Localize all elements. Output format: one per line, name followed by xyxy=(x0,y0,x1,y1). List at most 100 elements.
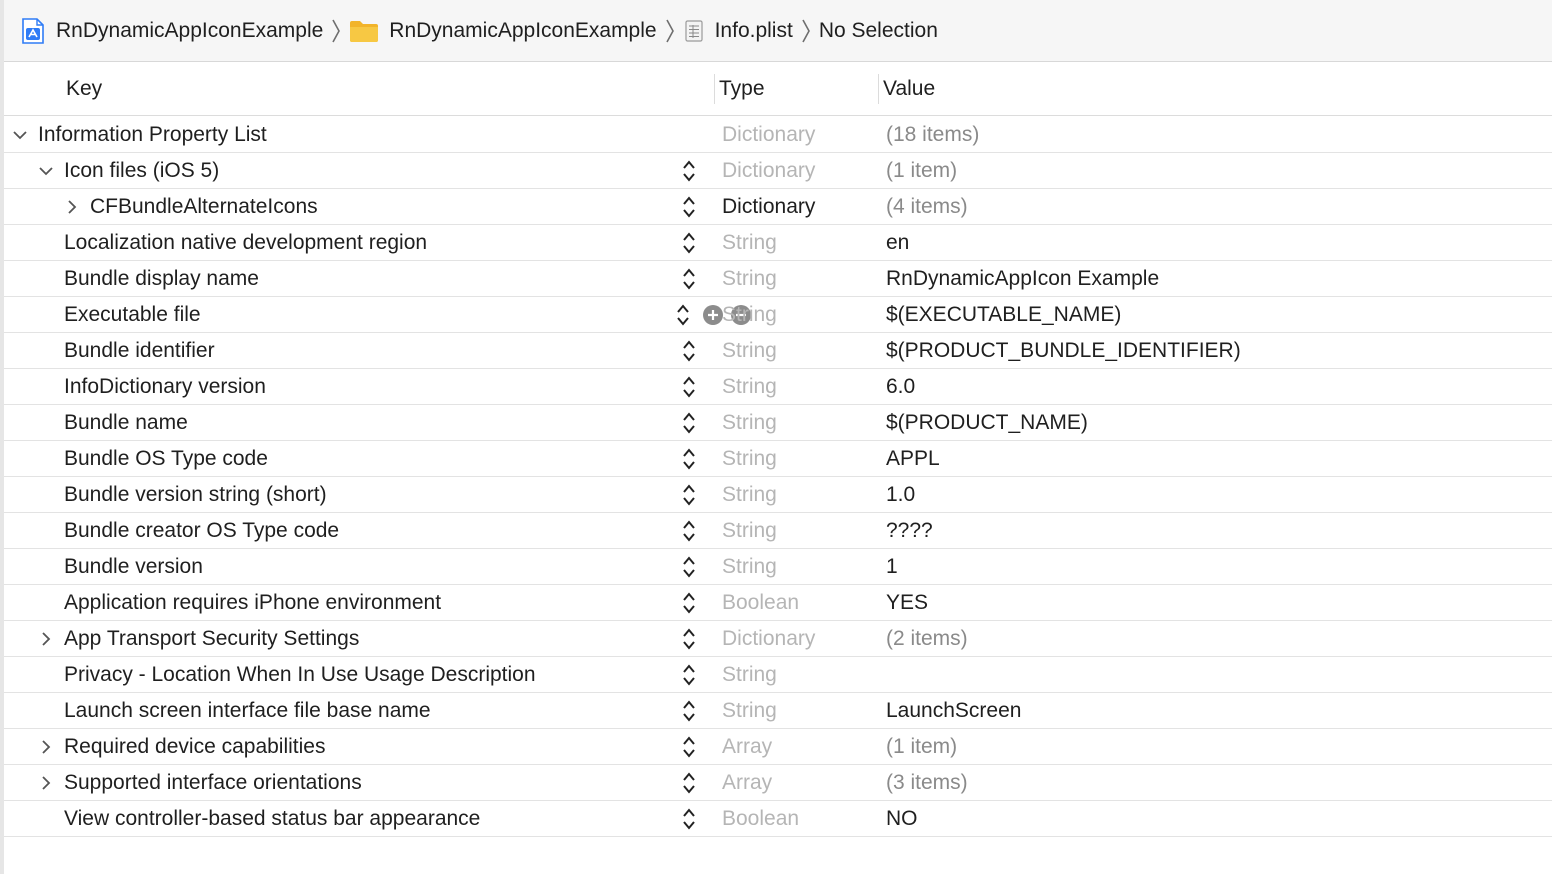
key-stepper-icon[interactable] xyxy=(682,375,696,399)
row-type[interactable]: Dictionary xyxy=(722,189,815,224)
row-type[interactable]: String xyxy=(722,657,777,692)
row-key[interactable]: Bundle version xyxy=(64,549,203,584)
key-stepper-icon[interactable] xyxy=(682,339,696,363)
breadcrumb-file[interactable]: Info.plist xyxy=(683,19,793,43)
row-key[interactable]: App Transport Security Settings xyxy=(64,621,359,656)
row-key[interactable]: Bundle OS Type code xyxy=(64,441,268,476)
row-key[interactable]: Information Property List xyxy=(38,117,267,152)
key-stepper-icon[interactable] xyxy=(682,231,696,255)
row-key[interactable]: Bundle creator OS Type code xyxy=(64,513,339,548)
row-value[interactable]: (2 items) xyxy=(886,621,968,656)
row-value[interactable]: ???? xyxy=(886,513,933,548)
row-type[interactable]: String xyxy=(722,441,777,476)
chevron-right-icon[interactable] xyxy=(36,621,56,656)
plist-row[interactable]: Required device capabilities Array (1 item… xyxy=(4,729,1552,765)
chevron-right-icon[interactable] xyxy=(36,765,56,800)
plist-row[interactable]: View controller-based status bar appeara… xyxy=(4,801,1552,837)
chevron-down-icon[interactable] xyxy=(36,153,56,188)
row-key[interactable]: Privacy - Location When In Use Usage Des… xyxy=(64,657,536,692)
row-type[interactable]: Boolean xyxy=(722,585,799,620)
row-type[interactable]: String xyxy=(722,477,777,512)
key-stepper-icon[interactable] xyxy=(682,771,696,795)
row-type[interactable]: String xyxy=(722,513,777,548)
key-stepper-icon[interactable] xyxy=(676,303,690,327)
row-value[interactable]: en xyxy=(886,225,909,260)
plist-row[interactable]: Bundle identifier String $(PRODUCT_BUNDLE_… xyxy=(4,333,1552,369)
plist-row[interactable]: Localization native development region St… xyxy=(4,225,1552,261)
plist-row[interactable]: Executable file String $(EXECUTABLE_NAME) xyxy=(4,297,1552,333)
plist-row[interactable]: Bundle version string (short) String 1.0 xyxy=(4,477,1552,513)
column-header-key[interactable]: Key xyxy=(66,62,102,116)
row-key[interactable]: Supported interface orientations xyxy=(64,765,362,800)
plist-row[interactable]: InfoDictionary version String 6.0 xyxy=(4,369,1552,405)
breadcrumb-folder[interactable]: RnDynamicAppIconExample xyxy=(349,19,657,43)
plist-row[interactable]: Bundle name String $(PRODUCT_NAME) xyxy=(4,405,1552,441)
row-key[interactable]: Bundle version string (short) xyxy=(64,477,327,512)
row-key[interactable]: InfoDictionary version xyxy=(64,369,266,404)
row-type[interactable]: String xyxy=(722,549,777,584)
row-value[interactable]: (1 item) xyxy=(886,153,957,188)
row-value[interactable]: $(EXECUTABLE_NAME) xyxy=(886,297,1121,332)
row-key[interactable]: CFBundleAlternateIcons xyxy=(90,189,318,224)
row-value[interactable]: NO xyxy=(886,801,918,836)
row-type[interactable]: String xyxy=(722,405,777,440)
row-type[interactable]: String xyxy=(722,369,777,404)
key-stepper-icon[interactable] xyxy=(682,195,696,219)
key-stepper-icon[interactable] xyxy=(682,699,696,723)
row-key[interactable]: Icon files (iOS 5) xyxy=(64,153,219,188)
key-stepper-icon[interactable] xyxy=(682,555,696,579)
plist-row[interactable]: App Transport Security Settings Dictionar… xyxy=(4,621,1552,657)
row-value[interactable]: RnDynamicAppIcon Example xyxy=(886,261,1159,296)
row-value[interactable]: (4 items) xyxy=(886,189,968,224)
plist-row[interactable]: CFBundleAlternateIcons Dictionary (4 items… xyxy=(4,189,1552,225)
row-value[interactable]: $(PRODUCT_BUNDLE_IDENTIFIER) xyxy=(886,333,1241,368)
plist-row[interactable]: Supported interface orientations Array (3 … xyxy=(4,765,1552,801)
row-key[interactable]: Launch screen interface file base name xyxy=(64,693,431,728)
row-type[interactable]: Dictionary xyxy=(722,621,815,656)
key-stepper-icon[interactable] xyxy=(682,519,696,543)
row-value[interactable]: YES xyxy=(886,585,928,620)
row-key[interactable]: Bundle display name xyxy=(64,261,259,296)
row-value[interactable]: $(PRODUCT_NAME) xyxy=(886,405,1088,440)
row-value[interactable]: (3 items) xyxy=(886,765,968,800)
row-value[interactable]: APPL xyxy=(886,441,940,476)
add-row-button[interactable] xyxy=(702,304,724,326)
row-type[interactable]: String xyxy=(722,297,777,332)
key-stepper-icon[interactable] xyxy=(682,267,696,291)
row-type[interactable]: String xyxy=(722,261,777,296)
row-value[interactable]: 1 xyxy=(886,549,898,584)
plist-row[interactable]: Privacy - Location When In Use Usage Des… xyxy=(4,657,1552,693)
row-value[interactable]: (18 items) xyxy=(886,117,979,152)
row-key[interactable]: Required device capabilities xyxy=(64,729,326,764)
key-stepper-icon[interactable] xyxy=(682,735,696,759)
plist-row[interactable]: Bundle OS Type code String APPL xyxy=(4,441,1552,477)
row-key[interactable]: Executable file xyxy=(64,297,201,332)
key-stepper-icon[interactable] xyxy=(682,627,696,651)
key-stepper-icon[interactable] xyxy=(682,483,696,507)
plist-row[interactable]: Launch screen interface file base name St… xyxy=(4,693,1552,729)
key-stepper-icon[interactable] xyxy=(682,411,696,435)
row-value[interactable]: LaunchScreen xyxy=(886,693,1021,728)
plist-row[interactable]: Icon files (iOS 5) Dictionary (1 item) xyxy=(4,153,1552,189)
row-type[interactable]: Boolean xyxy=(722,801,799,836)
row-type[interactable]: String xyxy=(722,333,777,368)
plist-row[interactable]: Bundle creator OS Type code String???? xyxy=(4,513,1552,549)
row-type[interactable]: Dictionary xyxy=(722,153,815,188)
chevron-down-icon[interactable] xyxy=(10,117,30,152)
plist-row[interactable]: Information Property List Dictionary (18 i… xyxy=(4,117,1552,153)
column-header-type[interactable]: Type xyxy=(714,74,765,104)
row-type[interactable]: Dictionary xyxy=(722,117,815,152)
key-stepper-icon[interactable] xyxy=(682,663,696,687)
row-key[interactable]: View controller-based status bar appeara… xyxy=(64,801,480,836)
key-stepper-icon[interactable] xyxy=(682,159,696,183)
plist-row[interactable]: Application requires iPhone environment B… xyxy=(4,585,1552,621)
row-type[interactable]: Array xyxy=(722,765,772,800)
row-key[interactable]: Application requires iPhone environment xyxy=(64,585,441,620)
row-value[interactable]: (1 item) xyxy=(886,729,957,764)
row-value[interactable]: 6.0 xyxy=(886,369,915,404)
row-type[interactable]: String xyxy=(722,693,777,728)
key-stepper-icon[interactable] xyxy=(682,807,696,831)
column-header-value[interactable]: Value xyxy=(878,74,935,104)
row-key[interactable]: Bundle name xyxy=(64,405,188,440)
row-key[interactable]: Localization native development region xyxy=(64,225,427,260)
